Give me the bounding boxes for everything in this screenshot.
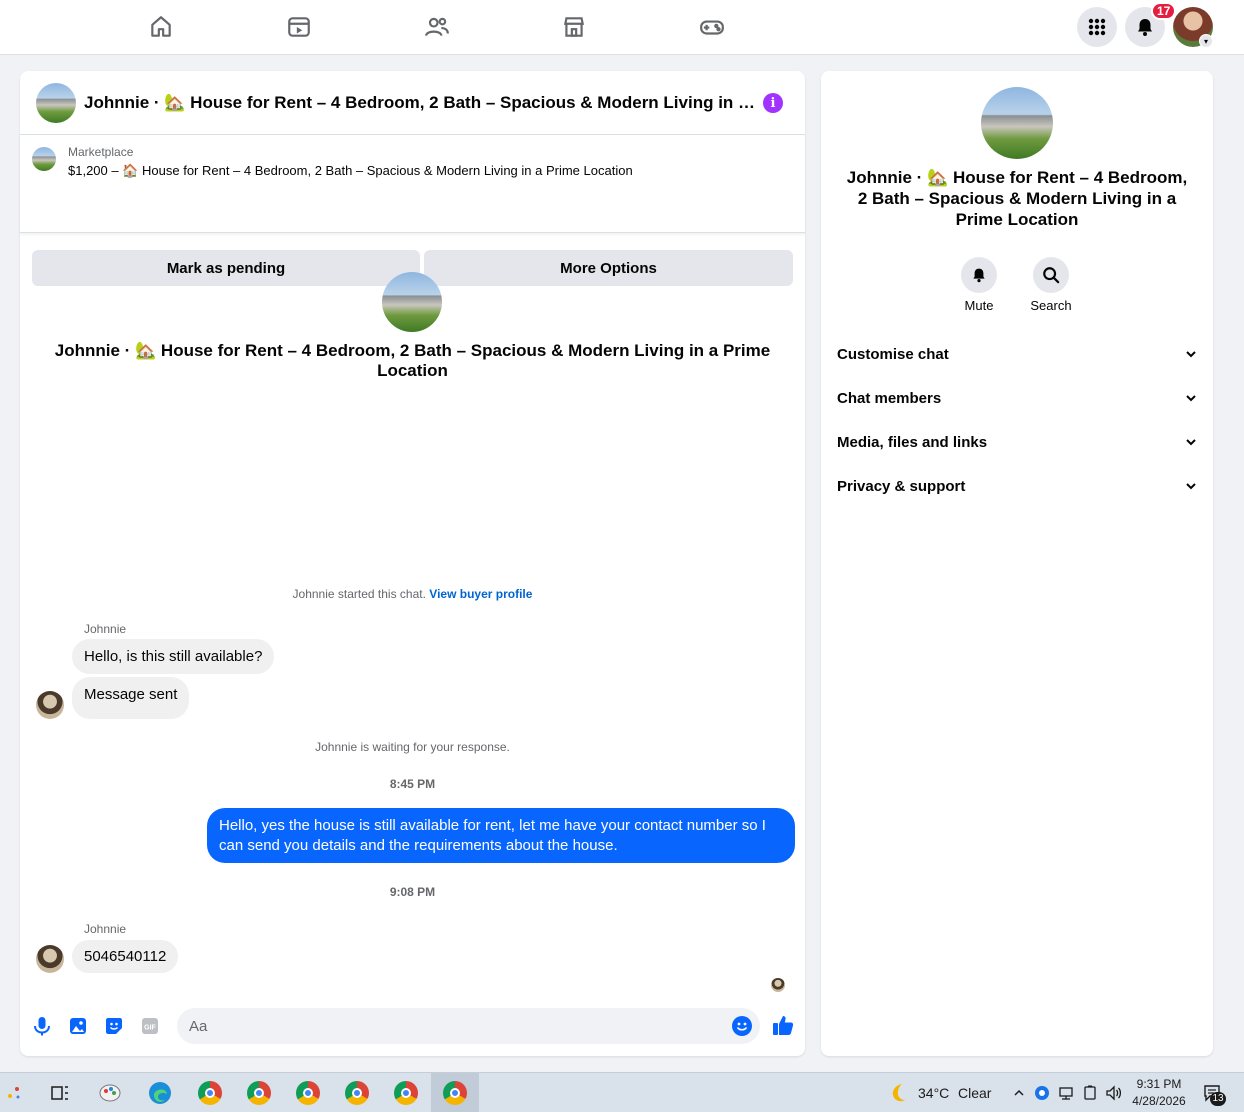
grid-icon	[1088, 18, 1106, 36]
sender-avatar[interactable]	[36, 945, 64, 973]
listing-title[interactable]: $1,200 – 🏠 House for Rent – 4 Bedroom, 2…	[68, 163, 633, 179]
chevron-down-icon	[1186, 395, 1196, 402]
copilot-icon[interactable]	[2, 1079, 26, 1107]
page-scrollbar[interactable]	[1230, 56, 1244, 1071]
mute-label: Mute	[964, 298, 994, 313]
chat-details-panel: Johnnie · 🏡 House for Rent – 4 Bedroom, …	[821, 71, 1213, 1056]
section-label: Chat members	[837, 389, 942, 407]
sender-avatar[interactable]	[36, 691, 64, 719]
battery-icon[interactable]	[1080, 1079, 1100, 1107]
menu-grid-button[interactable]	[1077, 7, 1117, 47]
taskbar: 34°C Clear 9:31 PM 4/28/2026 13	[0, 1072, 1244, 1112]
network-icon[interactable]	[1056, 1079, 1076, 1107]
weather-temp[interactable]: 34°C	[918, 1085, 949, 1101]
section-media-files-links[interactable]: Media, files and links	[829, 422, 1205, 462]
intro-title: Johnnie · 🏡 House for Rent – 4 Bedroom, …	[54, 341, 771, 380]
marketplace-bar: Marketplace $1,200 – 🏠 House for Rent – …	[20, 135, 805, 286]
thumbs-up-icon[interactable]	[771, 1013, 795, 1037]
gaming-icon[interactable]	[696, 12, 728, 42]
details-title: Johnnie · 🏡 House for Rent – 4 Bedroom, …	[846, 168, 1188, 229]
section-label: Customise chat	[837, 345, 949, 363]
message-input[interactable]	[177, 1008, 760, 1044]
task-view-icon[interactable]	[46, 1079, 74, 1107]
incoming-message[interactable]: Hello, is this still available?	[72, 639, 275, 674]
chevron-down-icon[interactable]: ▾	[1199, 34, 1213, 48]
chat-started-text: Johnnie started this chat.	[292, 587, 426, 601]
bell-icon	[961, 257, 997, 293]
intro-avatar	[382, 272, 442, 332]
view-buyer-profile-link[interactable]: View buyer profile	[429, 587, 532, 601]
chrome-profile-icon[interactable]	[245, 1079, 273, 1107]
marketplace-label: Marketplace	[68, 145, 134, 159]
timestamp: 9:08 PM	[389, 885, 436, 899]
chrome-profile-icon[interactable]	[392, 1079, 420, 1107]
sender-name: Johnnie	[84, 922, 127, 936]
marketplace-icon[interactable]	[558, 12, 590, 42]
chevron-down-icon	[1186, 351, 1196, 358]
mark-pending-button[interactable]: Mark as pending	[32, 250, 420, 286]
info-icon[interactable]: i	[763, 93, 783, 113]
chat-header: Johnnie · 🏡 House for Rent – 4 Bedroom, …	[20, 71, 805, 135]
microphone-icon[interactable]	[31, 1015, 53, 1037]
section-customise-chat[interactable]: Customise chat	[829, 334, 1205, 374]
edge-icon[interactable]	[146, 1079, 174, 1107]
search-label: Search	[1030, 298, 1072, 313]
more-options-button[interactable]: More Options	[424, 250, 793, 286]
sticker-icon[interactable]	[103, 1015, 125, 1037]
mute-button[interactable]: Mute	[949, 257, 1009, 313]
chevron-down-icon	[1186, 483, 1196, 490]
chrome-profile-icon[interactable]	[294, 1079, 322, 1107]
chrome-icon[interactable]	[196, 1079, 224, 1107]
video-icon[interactable]	[283, 12, 315, 42]
search-button[interactable]: Search	[1021, 257, 1081, 313]
timestamp: 8:45 PM	[389, 777, 436, 791]
home-icon[interactable]	[145, 12, 177, 42]
clock-date[interactable]: 4/28/2026	[1128, 1094, 1190, 1108]
moon-icon[interactable]	[885, 1079, 913, 1107]
notification-count-badge: 13	[1210, 1092, 1226, 1106]
chevron-down-icon	[1186, 439, 1196, 446]
section-label: Privacy & support	[837, 477, 966, 495]
waiting-notice: Johnnie is waiting for your response.	[315, 740, 510, 754]
weather-desc[interactable]: Clear	[958, 1085, 991, 1101]
chat-panel: Johnnie · 🏡 House for Rent – 4 Bedroom, …	[20, 71, 805, 1056]
seen-indicator	[771, 978, 785, 992]
chrome-profile-icon[interactable]	[343, 1079, 371, 1107]
volume-icon[interactable]	[1104, 1079, 1124, 1107]
search-icon	[1033, 257, 1069, 293]
outgoing-message[interactable]: Hello, yes the house is still available …	[207, 808, 795, 863]
gif-icon[interactable]: GIF	[139, 1015, 161, 1037]
app-tray-icon[interactable]	[1032, 1079, 1052, 1107]
chat-avatar[interactable]	[36, 83, 76, 123]
incoming-message[interactable]: Message sent	[72, 677, 190, 719]
top-nav: 17 ▾	[0, 0, 1244, 55]
listing-thumbnail[interactable]	[32, 147, 56, 171]
notification-badge: 17	[1151, 2, 1177, 20]
details-avatar[interactable]	[981, 87, 1053, 159]
incoming-message[interactable]: 5046540112	[72, 940, 179, 973]
chevron-up-icon[interactable]	[1010, 1079, 1028, 1107]
paint-app-icon[interactable]	[96, 1079, 124, 1107]
section-privacy-support[interactable]: Privacy & support	[829, 466, 1205, 506]
emoji-icon[interactable]	[732, 1016, 752, 1036]
photo-icon[interactable]	[67, 1015, 89, 1037]
friends-icon[interactable]	[421, 12, 453, 42]
chrome-profile-icon[interactable]	[441, 1079, 469, 1107]
svg-text:GIF: GIF	[144, 1025, 156, 1032]
chat-started-notice: Johnnie started this chat. View buyer pr…	[20, 587, 805, 601]
chat-title[interactable]: Johnnie · 🏡 House for Rent – 4 Bedroom, …	[84, 93, 764, 113]
clock-time[interactable]: 9:31 PM	[1128, 1077, 1190, 1091]
section-chat-members[interactable]: Chat members	[829, 378, 1205, 418]
bell-icon	[1138, 19, 1152, 36]
section-label: Media, files and links	[837, 433, 988, 451]
sender-name: Johnnie	[84, 622, 127, 636]
